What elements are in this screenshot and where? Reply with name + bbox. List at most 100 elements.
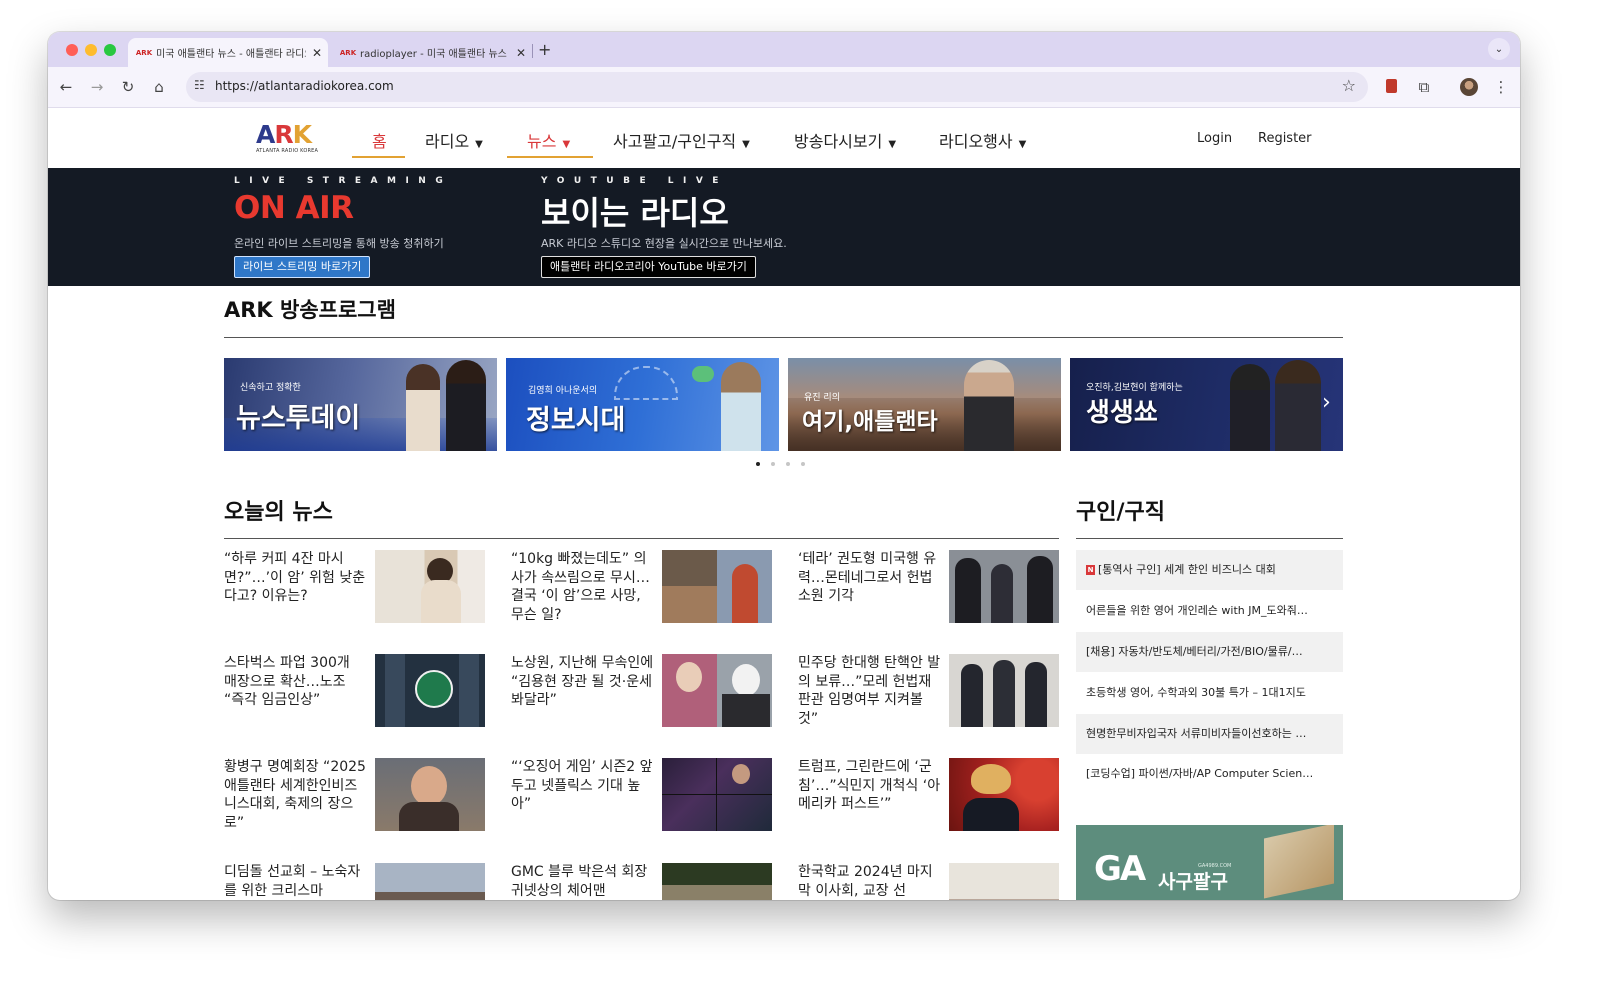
news-thumbnail[interactable] (662, 550, 772, 623)
caret-down-icon: ▼ (562, 139, 571, 150)
news-thumbnail[interactable] (375, 654, 485, 727)
job-listing[interactable]: [채용] 자동차/반도체/베터리/가전/BIO/물류/… (1076, 632, 1343, 672)
news-item[interactable]: 황병구 명예회장 “2025 애틀랜타 세계한인비즈니스대회, 축제의 장으로” (224, 758, 486, 838)
program-card[interactable]: 유진 리의 여기,애틀랜타 (788, 358, 1061, 451)
close-window-button[interactable] (66, 44, 78, 56)
jobs-section-title: 구인/구직 (1076, 500, 1165, 525)
news-headline[interactable]: 스타벅스 파업 300개 매장으로 확산…노조 “즉각 임금인상” (224, 654, 367, 710)
job-listing[interactable]: N [통역사 구인] 세계 한인 비즈니스 대회 (1076, 550, 1343, 590)
news-thumbnail[interactable] (662, 758, 772, 831)
maximize-window-button[interactable] (104, 44, 116, 56)
news-headline[interactable]: GMC 블루 박은석 회장 귀넷상의 체어맨 (511, 863, 654, 900)
job-title[interactable]: 초등학생 영어, 수학과외 30불 특가 – 1대1지도 (1086, 686, 1306, 699)
program-card[interactable]: 오진하,김보현이 함께하는 생생쑈 › (1070, 358, 1343, 451)
close-tab-icon[interactable]: ✕ (312, 46, 322, 60)
tab-inactive[interactable]: ARK radioplayer - 미국 애틀랜타 뉴스 ✕ (332, 38, 528, 67)
program-card[interactable]: 신속하고 정확한 뉴스투데이 (224, 358, 497, 451)
slider-dot[interactable] (771, 462, 775, 466)
news-thumbnail[interactable] (949, 550, 1059, 623)
news-thumbnail[interactable] (375, 758, 485, 831)
home-icon[interactable]: ⌂ (147, 75, 171, 99)
ad-banner[interactable]: GA 사구팔구 GA4989.COM (1076, 825, 1343, 900)
job-listing[interactable]: 어른들을 위한 영어 개인레슨 with JM_도와줘… (1076, 591, 1343, 631)
back-arrow-icon[interactable]: ← (54, 75, 78, 99)
news-item[interactable]: “하루 커피 4잔 마시면?”…’이 암’ 위험 낮춘다고? 이유는? (224, 550, 486, 630)
login-link[interactable]: Login (1197, 131, 1232, 146)
news-item[interactable]: 민주당 한대행 탄핵안 발의 보류…”모레 헌법재판관 임명여부 지켜볼 것” (798, 654, 1060, 734)
forward-arrow-icon[interactable]: → (85, 75, 109, 99)
ad-url: GA4989.COM (1198, 863, 1232, 869)
tab-active[interactable]: ARK 미국 애틀랜타 뉴스 - 애틀랜타 라디오 ✕ (128, 38, 328, 67)
news-item[interactable]: 디딤돌 선교회 – 노숙자를 위한 크리스마 (224, 863, 486, 900)
photo-shape (385, 654, 405, 727)
news-headline[interactable]: 한국학교 2024년 마지막 이사회, 교장 선 (798, 863, 941, 900)
news-headline[interactable]: 황병구 명예회장 “2025 애틀랜타 세계한인비즈니스대회, 축제의 장으로” (224, 758, 367, 832)
minimize-window-button[interactable] (85, 44, 97, 56)
news-headline[interactable]: “하루 커피 4잔 마시면?”…’이 암’ 위험 낮춘다고? 이유는? (224, 550, 367, 606)
job-title[interactable]: [코딩수업] 파이썬/자바/AP Computer Scien… (1086, 767, 1313, 780)
news-item[interactable]: 노상원, 지난해 무속인에 “김용현 장관 될 것·운세 봐달라” (511, 654, 773, 734)
program-card[interactable]: 김영희 아나운서의 정보시대 (506, 358, 779, 451)
slider-next-arrow-icon[interactable]: › (1322, 390, 1331, 415)
slider-dot[interactable] (786, 462, 790, 466)
youtube-button[interactable]: 애틀랜타 라디오코리아 YouTube 바로가기 (541, 256, 756, 278)
close-tab-icon[interactable]: ✕ (516, 46, 526, 60)
address-bar[interactable]: ☷ https://atlantaradiokorea.com ☆ (186, 72, 1368, 102)
register-link[interactable]: Register (1258, 131, 1312, 146)
news-headline[interactable]: “10kg 빠졌는데도” 의사가 속쓰림으로 무시…결국 ‘이 암’으로 사망,… (511, 550, 654, 624)
nav-events[interactable]: 라디오행사 ▼ (939, 128, 1026, 152)
job-listing[interactable]: [코딩수업] 파이썬/자바/AP Computer Scien… (1076, 754, 1343, 794)
nav-replay[interactable]: 방송다시보기 ▼ (794, 128, 896, 152)
site-info-icon[interactable]: ☷ (194, 78, 205, 92)
nav-news[interactable]: 뉴스 ▼ (527, 128, 570, 152)
photo-shape (955, 558, 981, 623)
photo-shape (732, 764, 750, 784)
url-text[interactable]: https://atlantaradiokorea.com (215, 79, 394, 93)
nav-classifieds[interactable]: 사고팔고/구인구직 ▼ (613, 128, 750, 152)
news-thumbnail[interactable] (375, 550, 485, 623)
new-tab-icon[interactable]: + (538, 40, 551, 59)
news-thumbnail[interactable] (375, 863, 485, 900)
slider-dot[interactable] (801, 462, 805, 466)
news-item[interactable]: GMC 블루 박은석 회장 귀넷상의 체어맨 (511, 863, 773, 900)
news-headline[interactable]: ‘테라’ 권도형 미국행 유력…몬테네그로서 헌법소원 기각 (798, 550, 941, 606)
news-item[interactable]: “‘오징어 게임’ 시즌2 앞두고 넷플릭스 기대 높아” (511, 758, 773, 838)
nav-home[interactable]: 홈 (372, 128, 387, 152)
profile-avatar[interactable] (1460, 78, 1478, 96)
news-item[interactable]: 한국학교 2024년 마지막 이사회, 교장 선 (798, 863, 1060, 900)
news-headline[interactable]: 디딤돌 선교회 – 노숙자를 위한 크리스마 (224, 863, 367, 900)
job-listing[interactable]: 초등학생 영어, 수학과외 30불 특가 – 1대1지도 (1076, 673, 1343, 713)
news-headline[interactable]: “‘오징어 게임’ 시즌2 앞두고 넷플릭스 기대 높아” (511, 758, 654, 814)
news-thumbnail[interactable] (949, 758, 1059, 831)
reload-icon[interactable]: ↻ (116, 75, 140, 99)
news-thumbnail[interactable] (662, 654, 772, 727)
nav-radio[interactable]: 라디오 ▼ (425, 128, 483, 152)
news-item[interactable]: 트럼프, 그린란드에 ‘군침’…”식민지 개척식 ‘아메리카 퍼스트’” (798, 758, 1060, 838)
job-title[interactable]: [통역사 구인] 세계 한인 비즈니스 대회 (1098, 563, 1276, 576)
more-menu-icon[interactable]: ⋮ (1489, 75, 1513, 99)
slider-dot[interactable] (756, 462, 760, 466)
job-listing[interactable]: 현명한무비자입국자 서류미비자들이선호하는 … (1076, 714, 1343, 754)
news-headline[interactable]: 민주당 한대행 탄핵안 발의 보류…”모레 헌법재판관 임명여부 지켜볼 것” (798, 654, 941, 728)
tab-search-chevron-icon[interactable]: ⌄ (1488, 38, 1510, 60)
news-item[interactable]: ‘테라’ 권도형 미국행 유력…몬테네그로서 헌법소원 기각 (798, 550, 1060, 630)
site-logo[interactable]: ARK ATLANTA RADIO KOREA (256, 122, 320, 155)
job-title[interactable]: [채용] 자동차/반도체/베터리/가전/BIO/물류/… (1086, 645, 1303, 658)
news-thumbnail[interactable] (949, 863, 1059, 900)
photo-shape (732, 664, 760, 696)
news-headline[interactable]: 트럼프, 그린란드에 ‘군침’…”식민지 개척식 ‘아메리카 퍼스트’” (798, 758, 941, 814)
extension-icon[interactable] (1386, 79, 1397, 93)
news-thumbnail[interactable] (949, 654, 1059, 727)
extensions-puzzle-icon[interactable]: ⧉ (1412, 75, 1436, 99)
news-headline[interactable]: 노상원, 지난해 무속인에 “김용현 장관 될 것·운세 봐달라” (511, 654, 654, 710)
news-rule (224, 538, 1059, 539)
news-thumbnail[interactable] (662, 863, 772, 900)
job-title[interactable]: 현명한무비자입국자 서류미비자들이선호하는 … (1086, 727, 1306, 740)
job-title[interactable]: 어른들을 위한 영어 개인레슨 with JM_도와줘… (1086, 604, 1308, 617)
browser-window: ARK 미국 애틀랜타 뉴스 - 애틀랜타 라디오 ✕ ARK radiopla… (48, 32, 1520, 900)
bookmark-star-icon[interactable]: ☆ (1342, 76, 1356, 95)
live-streaming-button[interactable]: 라이브 스트리밍 바로가기 (234, 256, 371, 278)
news-item[interactable]: 스타벅스 파업 300개 매장으로 확산…노조 “즉각 임금인상” (224, 654, 486, 734)
news-item[interactable]: “10kg 빠졌는데도” 의사가 속쓰림으로 무시…결국 ‘이 암’으로 사망,… (511, 550, 773, 630)
programs-rule (224, 337, 1343, 338)
